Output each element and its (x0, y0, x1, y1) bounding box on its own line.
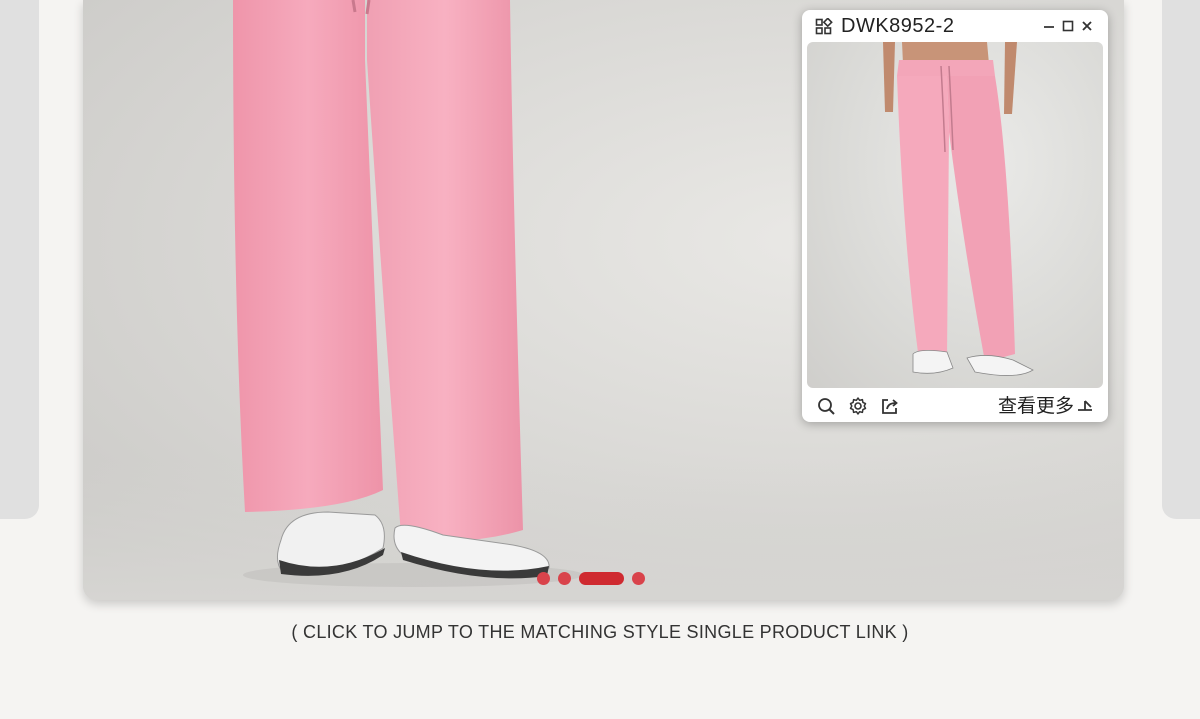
view-more-link[interactable]: 查看更多 (998, 394, 1074, 418)
minimize-icon[interactable] (1042, 19, 1056, 33)
product-link-caption[interactable]: ( CLICK TO JUMP TO THE MATCHING STYLE SI… (0, 622, 1200, 643)
close-icon[interactable] (1080, 19, 1094, 33)
carousel-dot-active[interactable] (579, 572, 624, 585)
preview-window-toolbar: 查看更多 (802, 390, 1108, 422)
share-icon[interactable] (880, 396, 900, 416)
previous-slide-card[interactable] (0, 0, 39, 519)
carousel-indicators (537, 572, 645, 585)
grid-icon (815, 18, 833, 35)
product-preview-window: DWK8952-2 查看更多 (802, 10, 1108, 422)
zoom-icon[interactable] (816, 396, 836, 416)
preview-pants-illustration (883, 42, 1034, 376)
arrow-icon[interactable] (1076, 397, 1094, 415)
preview-product-image[interactable] (807, 42, 1103, 388)
next-slide-card[interactable] (1162, 0, 1200, 519)
carousel-dot[interactable] (537, 572, 550, 585)
carousel-dot[interactable] (632, 572, 645, 585)
preview-window-title: DWK8952-2 (841, 15, 955, 37)
maximize-icon[interactable] (1061, 19, 1075, 33)
preview-window-titlebar[interactable]: DWK8952-2 (802, 10, 1108, 42)
carousel-dot[interactable] (558, 572, 571, 585)
settings-icon[interactable] (848, 396, 868, 416)
